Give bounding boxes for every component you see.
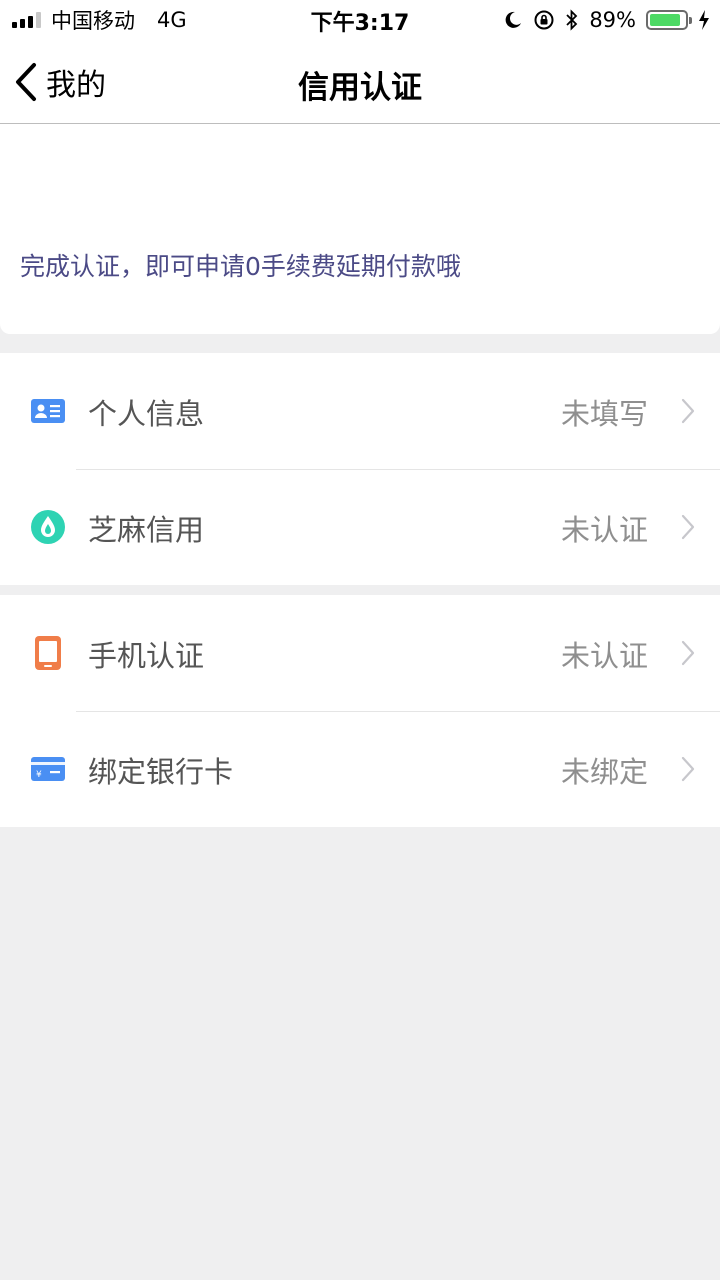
banner-text: 完成认证，即可申请0手续费延期付款哦: [20, 252, 461, 281]
chevron-right-icon: [681, 514, 695, 540]
verification-group-2: 手机认证 未认证 ¥ 绑定银行卡 未绑定: [0, 595, 720, 827]
verification-group-1: 个人信息 未填写 芝麻信用 未认证: [0, 353, 720, 585]
battery-percentage: 89%: [589, 8, 636, 32]
item-status: 未绑定: [560, 755, 648, 789]
status-bar: 中国移动 4G 下午3:17 89%: [0, 0, 720, 40]
id-card-icon: [31, 399, 65, 423]
status-bar-right: 89%: [503, 6, 710, 34]
chevron-right-icon: [681, 640, 695, 666]
battery-icon: [646, 10, 692, 30]
list-item-bind-bank-card[interactable]: ¥ 绑定银行卡 未绑定: [0, 711, 720, 827]
info-banner: 完成认证，即可申请0手续费延期付款哦: [0, 124, 720, 334]
phone-icon: [35, 636, 61, 670]
charging-bolt-icon: [699, 10, 709, 30]
bluetooth-icon: [566, 9, 578, 31]
list-item-personal-info[interactable]: 个人信息 未填写: [0, 353, 720, 469]
item-label: 手机认证: [88, 639, 205, 673]
item-status: 未认证: [560, 513, 648, 547]
item-status: 未填写: [560, 397, 648, 431]
list-item-phone-verification[interactable]: 手机认证 未认证: [0, 595, 720, 711]
page-title: 信用认证: [298, 70, 422, 106]
bank-card-icon: ¥: [31, 757, 65, 781]
chevron-right-icon: [681, 398, 695, 424]
list-item-sesame-credit[interactable]: 芝麻信用 未认证: [0, 469, 720, 585]
item-label: 绑定银行卡: [88, 755, 234, 789]
chevron-right-icon: [681, 756, 695, 782]
svg-text:¥: ¥: [36, 770, 42, 780]
item-status: 未认证: [560, 639, 648, 673]
navigation-bar: 我的 信用认证: [0, 40, 720, 124]
rotation-lock-icon: [534, 10, 554, 30]
item-label: 个人信息: [88, 397, 205, 431]
item-label: 芝麻信用: [88, 513, 205, 547]
sesame-credit-icon: [31, 510, 65, 544]
moon-icon: [505, 11, 522, 28]
battery-level-fill: [650, 14, 681, 26]
